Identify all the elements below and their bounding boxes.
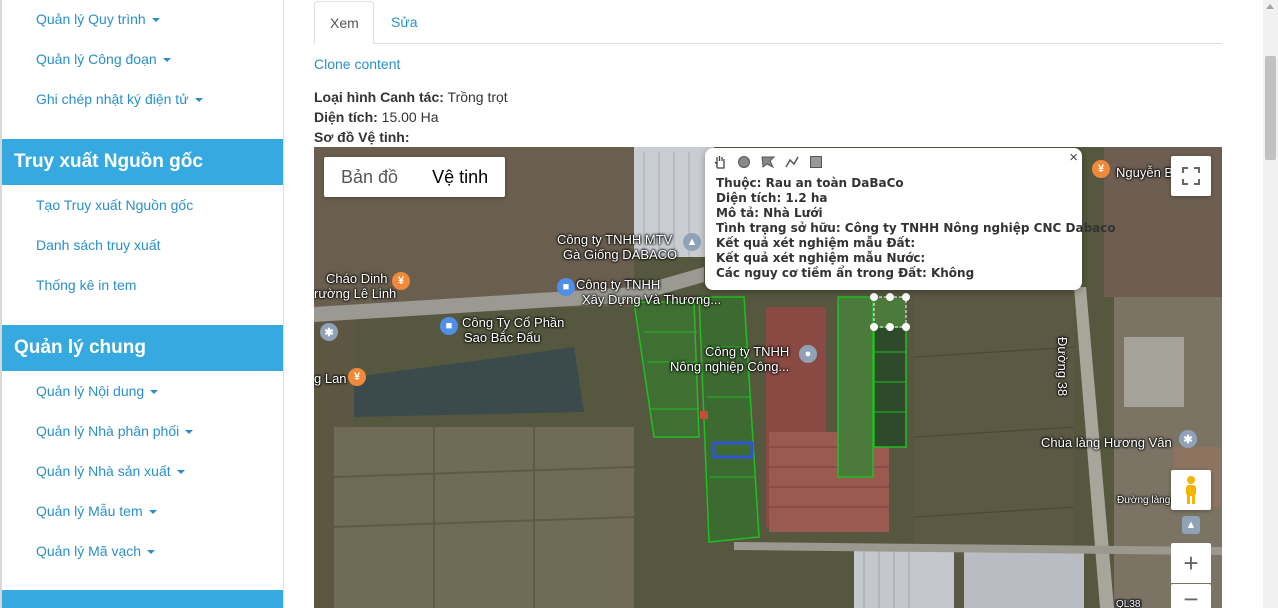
caret-down-icon	[176, 470, 185, 475]
caret-down-icon	[194, 98, 203, 103]
map-type-satellite-button[interactable]: Vệ tinh	[415, 157, 505, 197]
place-label: g Lan	[314, 371, 347, 386]
sidebar-item-label: Quản lý Mã vạch	[36, 543, 142, 559]
sidebar-item-label: Quản lý Nhà sản xuất	[36, 463, 171, 479]
map-type-roadmap-button[interactable]: Bản đồ	[324, 157, 415, 197]
popup-soil-test: Kết quả xét nghiệm mẫu Đất:	[716, 236, 916, 250]
pegman-icon	[1186, 476, 1196, 504]
satellite-label: Sơ đồ Vệ tinh:	[314, 129, 410, 145]
satellite-row: Sơ đồ Vệ tinh:	[314, 129, 410, 145]
sidebar: Quản lý Quy trình Quản lý Công đoạn Ghi …	[0, 0, 284, 608]
place-label: Xây Dựng Và Thương...	[582, 292, 722, 307]
sidebar-item-content[interactable]: Quản lý Nội dung	[36, 381, 159, 401]
fullscreen-button[interactable]	[1171, 156, 1211, 196]
road-shield: QL38	[1114, 599, 1143, 608]
popup-soil-risk: Các nguy cơ tiềm ẩn trong Đất: Không	[716, 266, 975, 280]
sidebar-item-producer[interactable]: Quản lý Nhà sản xuất	[36, 461, 185, 481]
sidebar-item-label: Ghi chép nhật ký điện tử	[36, 91, 189, 107]
place-label: Sao Bắc Đẩu	[464, 330, 541, 345]
popup-belongs: Thuộc: Rau an toàn DaBaCo	[716, 176, 904, 190]
clone-content-link[interactable]: Clone content	[314, 56, 400, 72]
place-label: Công ty TNHH	[576, 277, 661, 292]
sidebar-item-barcode[interactable]: Quản lý Mã vạch	[36, 541, 156, 561]
shopping-marker-icon[interactable]: ■	[440, 317, 458, 335]
sidebar-item-label: Quản lý Mẫu tem	[36, 503, 143, 519]
farming-type-value: Trồng trọt	[447, 89, 508, 105]
sidebar-item-label: Quản lý Nhà phân phối	[36, 423, 180, 439]
popup-description: Mô tả: Nhà Lưới	[716, 206, 823, 220]
tab-view[interactable]: Xem	[314, 1, 374, 44]
sidebar-item-distributor[interactable]: Quản lý Nhà phân phối	[36, 421, 194, 441]
temple-marker-icon[interactable]: ✱	[320, 323, 338, 341]
sidebar-item-stamp-stats[interactable]: Thống kê in tem	[36, 275, 136, 295]
content-tabs: Xem Sửa	[314, 1, 1222, 44]
restaurant-marker-icon[interactable]: ¥	[1092, 160, 1110, 178]
scroll-up-arrow-icon[interactable]	[1266, 4, 1274, 9]
shopping-marker-icon[interactable]: ■	[557, 278, 575, 296]
polyline-tool-icon[interactable]	[785, 155, 799, 169]
farming-type-row: Loại hình Canh tác: Trồng trọt	[314, 89, 508, 105]
farming-type-label: Loại hình Canh tác:	[314, 89, 444, 105]
sidebar-item-label: Quản lý Quy trình	[36, 11, 146, 27]
satellite-map[interactable]: Công ty TNHH MTV Gà Giống DABACO ▲ Cháo …	[314, 147, 1222, 608]
street-view-button[interactable]	[1171, 470, 1211, 510]
section-header-general: Quản lý chung	[2, 325, 283, 371]
road-label: Đường 38	[1055, 337, 1070, 397]
area-value: 15.00 Ha	[381, 109, 439, 125]
area-label: Diện tích:	[314, 109, 378, 125]
sidebar-item-stamp-template[interactable]: Quản lý Mẫu tem	[36, 501, 157, 521]
popup-area: Diện tích: 1.2 ha	[716, 191, 828, 205]
sidebar-item-label: Quản lý Nội dung	[36, 383, 145, 399]
restaurant-marker-icon[interactable]: ¥	[348, 368, 366, 386]
caret-down-icon	[185, 430, 194, 435]
sidebar-item-create-trace[interactable]: Tạo Truy xuất Nguồn gốc	[36, 195, 193, 215]
place-label: Nông nghiệp Công...	[670, 359, 790, 374]
caret-down-icon	[148, 510, 157, 515]
popup-ownership: Tình trạng sở hữu: Công ty TNHH Nông ngh…	[716, 221, 1116, 235]
place-label: Công ty TNHH MTV	[557, 232, 673, 247]
fullscreen-icon	[1182, 167, 1200, 185]
location-marker-icon[interactable]: ●	[799, 345, 817, 363]
sidebar-item-process[interactable]: Quản lý Quy trình	[36, 9, 160, 29]
building-marker-icon[interactable]: ▲	[1182, 516, 1200, 534]
zoom-in-button[interactable]: +	[1171, 543, 1211, 583]
tab-edit[interactable]: Sửa	[376, 1, 433, 43]
page-scrollbar[interactable]	[1263, 0, 1278, 608]
restaurant-marker-icon[interactable]: ¥	[392, 272, 410, 290]
place-label: Gà Giống DABACO	[563, 247, 678, 262]
caret-down-icon	[162, 58, 171, 63]
section-header-next	[2, 590, 283, 608]
sidebar-item-trace-list[interactable]: Danh sách truy xuất	[36, 235, 161, 255]
place-label: Cháo Dinh	[326, 271, 388, 286]
place-label: Công Ty Cổ Phần	[462, 315, 565, 330]
museum-marker-icon[interactable]: ▲	[683, 233, 701, 251]
scrollbar-thumb[interactable]	[1265, 56, 1276, 160]
caret-down-icon	[150, 390, 159, 395]
caret-down-icon	[151, 18, 160, 23]
map-type-control: Bản đồ Vệ tinh	[324, 157, 506, 197]
section-header-traceability: Truy xuất Nguồn gốc	[2, 139, 283, 185]
drawing-toolbar	[713, 155, 823, 169]
place-label: rường Lê Linh	[314, 286, 397, 301]
circle-tool-icon[interactable]	[737, 155, 751, 169]
sidebar-item-e-diary[interactable]: Ghi chép nhật ký điện tử	[36, 89, 203, 109]
zoom-out-button[interactable]: −	[1171, 584, 1211, 608]
popup-water-test: Kết quả xét nghiệm mẫu Nước:	[716, 251, 926, 265]
polygon-info-popup: × Thuộc: Rau an toàn DaBaCo Diện tích: 1…	[705, 148, 1116, 290]
sidebar-item-label: Quản lý Công đoạn	[36, 51, 157, 67]
sidebar-item-stage[interactable]: Quản lý Công đoạn	[36, 49, 171, 69]
popup-close-button[interactable]: ×	[1069, 149, 1078, 166]
road-label: Đường làng	[1117, 495, 1171, 506]
sidebar-edge	[0, 0, 2, 608]
marker-tool-icon[interactable]	[761, 155, 776, 169]
place-label: Chùa làng Hương Vân	[1041, 435, 1172, 450]
temple-marker-icon[interactable]: ✱	[1179, 430, 1197, 448]
rectangle-tool-icon[interactable]	[809, 155, 823, 169]
caret-down-icon	[147, 550, 156, 555]
hand-tool-icon[interactable]	[713, 155, 727, 169]
place-label: Công ty TNHH	[705, 344, 790, 359]
area-row: Diện tích: 15.00 Ha	[314, 109, 439, 125]
place-label: Nguyễn B	[1116, 165, 1174, 180]
